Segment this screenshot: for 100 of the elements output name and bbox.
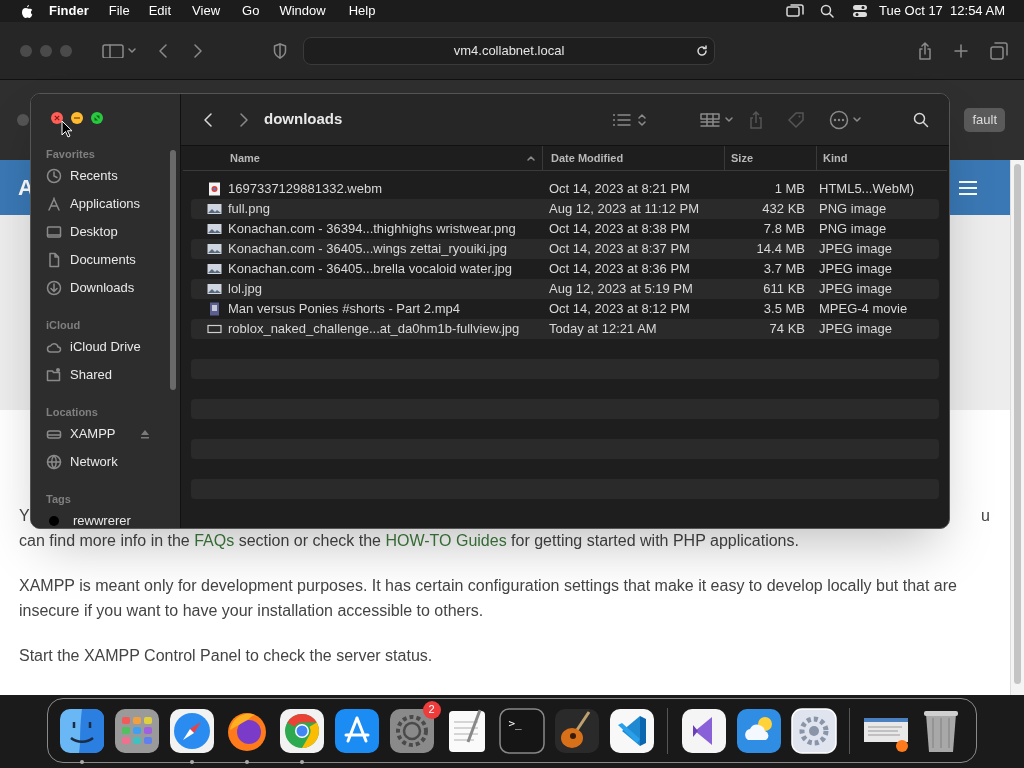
shared-folder-icon [46,367,62,383]
paragraph-text: u [981,506,990,526]
image-file-icon [207,202,222,216]
guitar-icon[interactable] [553,707,600,754]
file-name[interactable]: roblox_naked_challenge...at_da0hm1b-fullview.jpg [228,319,520,339]
default-button[interactable]: fault [964,108,1005,132]
file-name[interactable]: Konachan.com - 36394...thighhighs wristwear.png [228,219,516,239]
terminal-icon[interactable]: >_ [498,707,545,754]
chrome-icon[interactable] [278,707,325,754]
text-link[interactable]: HOW-TO Guides [385,532,507,549]
screens-icon[interactable] [786,4,804,18]
sidebar-item[interactable]: rewwrerer [73,511,160,528]
globe-icon [46,454,62,470]
file-icon [207,322,222,336]
sidebar-item[interactable]: Network [70,452,160,472]
table-cell: 74 KB [769,321,805,337]
sidebar-item[interactable]: Desktop [70,222,160,242]
eject-icon[interactable] [140,429,150,439]
window-title: downloads [264,109,343,130]
sidebar-scrollbar[interactable] [170,150,176,390]
list-view-icon[interactable] [612,111,648,128]
video-file-icon [207,302,222,316]
download-icon [46,280,62,296]
sidebar-item[interactable]: Recents [70,166,160,186]
paragraph-text: can find more info in the FAQs section or check the HOW-TO Guides for getting started with PHP applications. [19,531,800,551]
table-cell: 3.5 MB [763,301,805,317]
app-grid-icon[interactable] [113,707,160,754]
sort-caret-icon[interactable] [526,154,536,162]
image-file-icon [207,262,222,276]
image-file-icon [207,282,222,296]
file-row[interactable]: lol.jpg Aug 12, 2023 at 5:19 PM 611 KB JPEG image [191,279,939,299]
table-cell: Aug 12, 2023 at 5:19 PM [549,281,693,297]
paragraph-text: Y [19,506,30,526]
web-file-icon [207,182,222,196]
sidebar-item[interactable]: Shared [70,365,160,385]
table-cell: 7.8 MB [763,221,805,237]
apple-icon[interactable] [19,3,33,19]
smiling-face-icon[interactable] [58,707,105,754]
image-file-icon [207,222,222,236]
back-icon[interactable] [158,42,168,59]
tabs-icon[interactable] [990,41,1008,60]
forward-icon[interactable] [239,111,249,128]
file-name[interactable]: Man versus Ponies #shorts - Part 2.mp4 [228,299,460,319]
table-cell: 611 KB [763,281,805,297]
file-name[interactable]: full.png [228,199,270,219]
close-icon[interactable] [51,112,63,124]
compass-icon[interactable] [168,707,215,754]
plus-icon[interactable] [954,43,968,58]
search-icon[interactable] [820,4,834,18]
table-cell: JPEG image [819,321,892,337]
table-cell: Oct 14, 2023 at 8:36 PM [549,261,690,277]
file-name[interactable]: 1697337129881332.webm [228,179,382,199]
menu-item[interactable]: Window [279,1,326,21]
column-header[interactable]: Size [731,149,816,167]
column-header[interactable]: Date Modified [551,149,724,167]
sidebar-item[interactable]: Applications [70,194,160,214]
menu-icon[interactable] [958,179,978,196]
app-menu[interactable]: Finder [49,1,89,21]
zoom-icon[interactable] [91,112,103,124]
share-icon[interactable] [918,41,932,60]
cloud-sun-icon[interactable] [735,707,782,754]
sidebar-item[interactable]: Downloads [70,278,160,298]
code-editor-icon[interactable] [608,707,655,754]
file-name[interactable]: Konachan.com - 36405...wings zettai_ryouiki.jpg [228,239,507,259]
sidebar-heading: Tags [46,492,72,507]
sidebar-icon[interactable] [102,43,136,58]
forward-icon[interactable] [193,42,203,59]
table-cell: Aug 12, 2023 at 11:12 PM [549,201,700,217]
reload-icon[interactable] [696,44,708,57]
more-icon[interactable] [829,109,863,130]
sidebar-item[interactable]: Documents [70,250,160,270]
column-header[interactable]: Name [230,149,526,167]
table-cell: 3.7 MB [763,261,805,277]
menu-item[interactable]: Help [348,1,376,21]
menu-item[interactable]: File [108,1,130,21]
group-icon[interactable] [700,112,734,127]
gear-icon[interactable] [790,707,837,754]
menu-clock[interactable]: Tue Oct 17 12:54 AM [879,1,1005,21]
app-store-icon[interactable] [333,707,380,754]
scrollbar[interactable] [1010,160,1024,695]
file-row[interactable]: roblox_naked_challenge...at_da0hm1b-fullview.jpg Today at 12:21 AM 74 KB JPEG image [191,319,939,339]
toggle-icon[interactable] [852,4,868,18]
image-file-icon [207,242,222,256]
pointer-icon [61,120,73,138]
file-name[interactable]: lol.jpg [228,279,262,299]
search-icon[interactable] [913,111,929,128]
text-link[interactable]: FAQs [194,532,235,549]
address-bar[interactable]: vm4.collabnet.local [303,36,715,65]
minimize-icon[interactable] [71,112,83,124]
sidebar-item[interactable]: XAMPP [70,424,140,444]
menu-item[interactable]: View [192,1,221,21]
menu-item[interactable]: Edit [148,1,172,21]
table-cell: JPEG image [819,261,892,277]
file-name[interactable]: Konachan.com - 36405...brella vocaloid water.jpg [228,259,512,279]
file-row[interactable]: Konachan.com - 36405...wings zettai_ryouiki.jpg Oct 14, 2023 at 8:37 PM 14.4 MB JPEG image [191,239,939,259]
menu-item[interactable]: Go [242,1,260,21]
column-header[interactable]: Kind [823,149,947,167]
shield-icon[interactable] [273,42,287,59]
file-row[interactable]: full.png Aug 12, 2023 at 11:12 PM 432 KB PNG image [191,199,939,219]
sidebar-item[interactable]: iCloud Drive [70,337,160,357]
